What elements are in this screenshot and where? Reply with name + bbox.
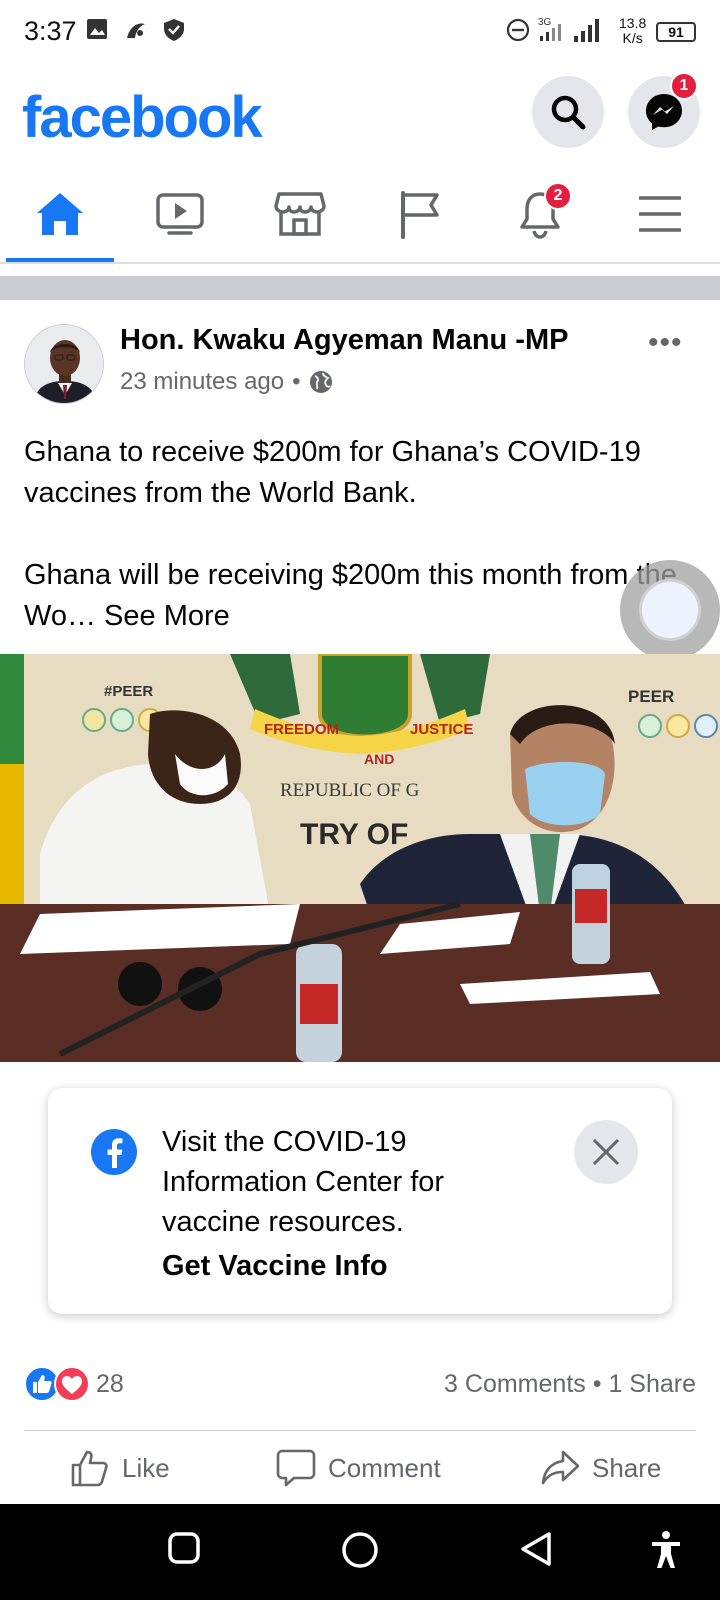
search-button[interactable] — [532, 76, 604, 148]
shield-icon — [163, 18, 185, 47]
system-navigation-bar — [0, 1504, 720, 1600]
shares-count[interactable]: 1 Share — [608, 1370, 696, 1398]
more-options-button[interactable]: ••• — [648, 326, 683, 360]
reaction-icons[interactable] — [24, 1366, 92, 1402]
feed-separator — [0, 276, 720, 300]
stats-separator: • — [592, 1370, 602, 1398]
network-rate: 13.8 K/s — [619, 15, 647, 46]
comment-button[interactable]: Comment — [276, 1448, 441, 1488]
post-photo[interactable]: FREEDOM JUSTICE AND REPUBLIC OF G TRY OF… — [0, 654, 720, 1062]
home-button[interactable] — [340, 1530, 380, 1575]
post-paragraph-1: Ghana to receive $200m for Ghana’s COVID… — [24, 436, 641, 509]
love-reaction-icon — [54, 1366, 90, 1402]
tab-marketplace[interactable] — [240, 166, 360, 262]
reactions-summary: 28 3 Comments • 1 Share — [24, 1364, 696, 1404]
get-vaccine-info-link[interactable]: Get Vaccine Info — [162, 1250, 388, 1283]
photo-motto-left: FREEDOM — [264, 721, 339, 738]
recent-apps-button[interactable] — [166, 1530, 202, 1571]
notifications-badge: 2 — [544, 182, 572, 210]
accessibility-button[interactable] — [650, 1530, 682, 1575]
engagement-stats: 3 Comments • 1 Share — [444, 1370, 696, 1399]
comments-count[interactable]: 3 Comments — [444, 1370, 586, 1398]
photo-motto-and: AND — [364, 751, 394, 767]
tab-pages[interactable] — [360, 166, 480, 262]
signal-icon — [572, 16, 602, 49]
gallery-icon — [86, 18, 108, 45]
share-button[interactable]: Share — [540, 1448, 661, 1488]
close-icon — [592, 1138, 620, 1166]
close-card-button[interactable] — [574, 1120, 638, 1184]
photo-republic: REPUBLIC OF G — [280, 780, 420, 801]
tab-menu[interactable] — [600, 166, 720, 262]
reaction-count[interactable]: 28 — [96, 1370, 124, 1399]
covid-info-card: Visit the COVID-19 Information Center fo… — [48, 1088, 672, 1314]
navigation-tabs: 2 — [0, 166, 720, 264]
app-notification-icon — [124, 18, 148, 47]
post-body: Ghana to receive $200m for Ghana’s COVID… — [24, 432, 704, 637]
status-time: 3:37 — [24, 16, 77, 46]
flag-icon — [401, 191, 439, 239]
comment-icon — [276, 1449, 316, 1487]
video-icon — [156, 193, 204, 235]
search-icon — [551, 95, 586, 130]
covid-info-text: Visit the COVID-19 Information Center fo… — [162, 1126, 445, 1238]
messenger-badge: 1 — [670, 72, 698, 100]
see-more-link[interactable]: See More — [104, 600, 230, 632]
accessibility-icon — [652, 1531, 680, 1568]
tab-home[interactable] — [0, 166, 120, 262]
actions-divider — [24, 1430, 696, 1431]
svg-text:3G: 3G — [538, 17, 552, 28]
globe-icon — [309, 371, 332, 393]
like-button[interactable]: Like — [70, 1448, 170, 1488]
messenger-button[interactable]: 1 — [628, 72, 700, 148]
post-paragraph-2: Ghana will be receiving $200m this month… — [24, 559, 677, 632]
like-icon — [71, 1450, 108, 1487]
back-triangle-icon — [521, 1532, 551, 1566]
photo-ministry: TRY OF — [300, 818, 408, 851]
status-bar: 3:37 3G 13.8 K/s 91 — [0, 0, 720, 64]
facebook-logo[interactable]: facebook — [22, 84, 263, 151]
meta-separator: • — [292, 368, 301, 395]
photo-hashtag-left: #PEER — [104, 683, 153, 700]
share-label: Share — [592, 1452, 662, 1483]
photo-hashtag-right: PEER — [628, 687, 674, 706]
tab-notifications[interactable]: 2 — [480, 166, 600, 262]
circle-icon — [342, 1532, 378, 1568]
store-icon — [274, 192, 326, 236]
comment-label: Comment — [328, 1452, 441, 1483]
post-time[interactable]: 23 minutes ago — [120, 368, 284, 396]
back-button[interactable] — [518, 1530, 554, 1573]
floating-assistive-button[interactable] — [620, 560, 720, 660]
post-header: Hon. Kwaku Agyeman Manu -MP 23 minutes a… — [0, 300, 720, 420]
post-meta: 23 minutes ago • — [120, 368, 333, 396]
facebook-icon — [91, 1129, 137, 1175]
post-actions: Like Comment Share — [0, 1434, 720, 1506]
tab-watch[interactable] — [120, 166, 240, 262]
square-icon — [168, 1532, 200, 1564]
like-label: Like — [122, 1452, 170, 1483]
author-avatar[interactable] — [24, 324, 104, 404]
post-author[interactable]: Hon. Kwaku Agyeman Manu -MP — [120, 324, 568, 357]
home-icon — [37, 193, 83, 235]
do-not-disturb-icon — [506, 18, 530, 47]
signal-3g-icon: 3G — [538, 14, 568, 49]
share-icon — [541, 1450, 580, 1485]
top-bar: facebook 1 — [0, 64, 720, 164]
photo-motto-right: JUSTICE — [410, 721, 473, 738]
battery-indicator: 91 — [656, 22, 696, 42]
menu-icon — [639, 196, 681, 232]
